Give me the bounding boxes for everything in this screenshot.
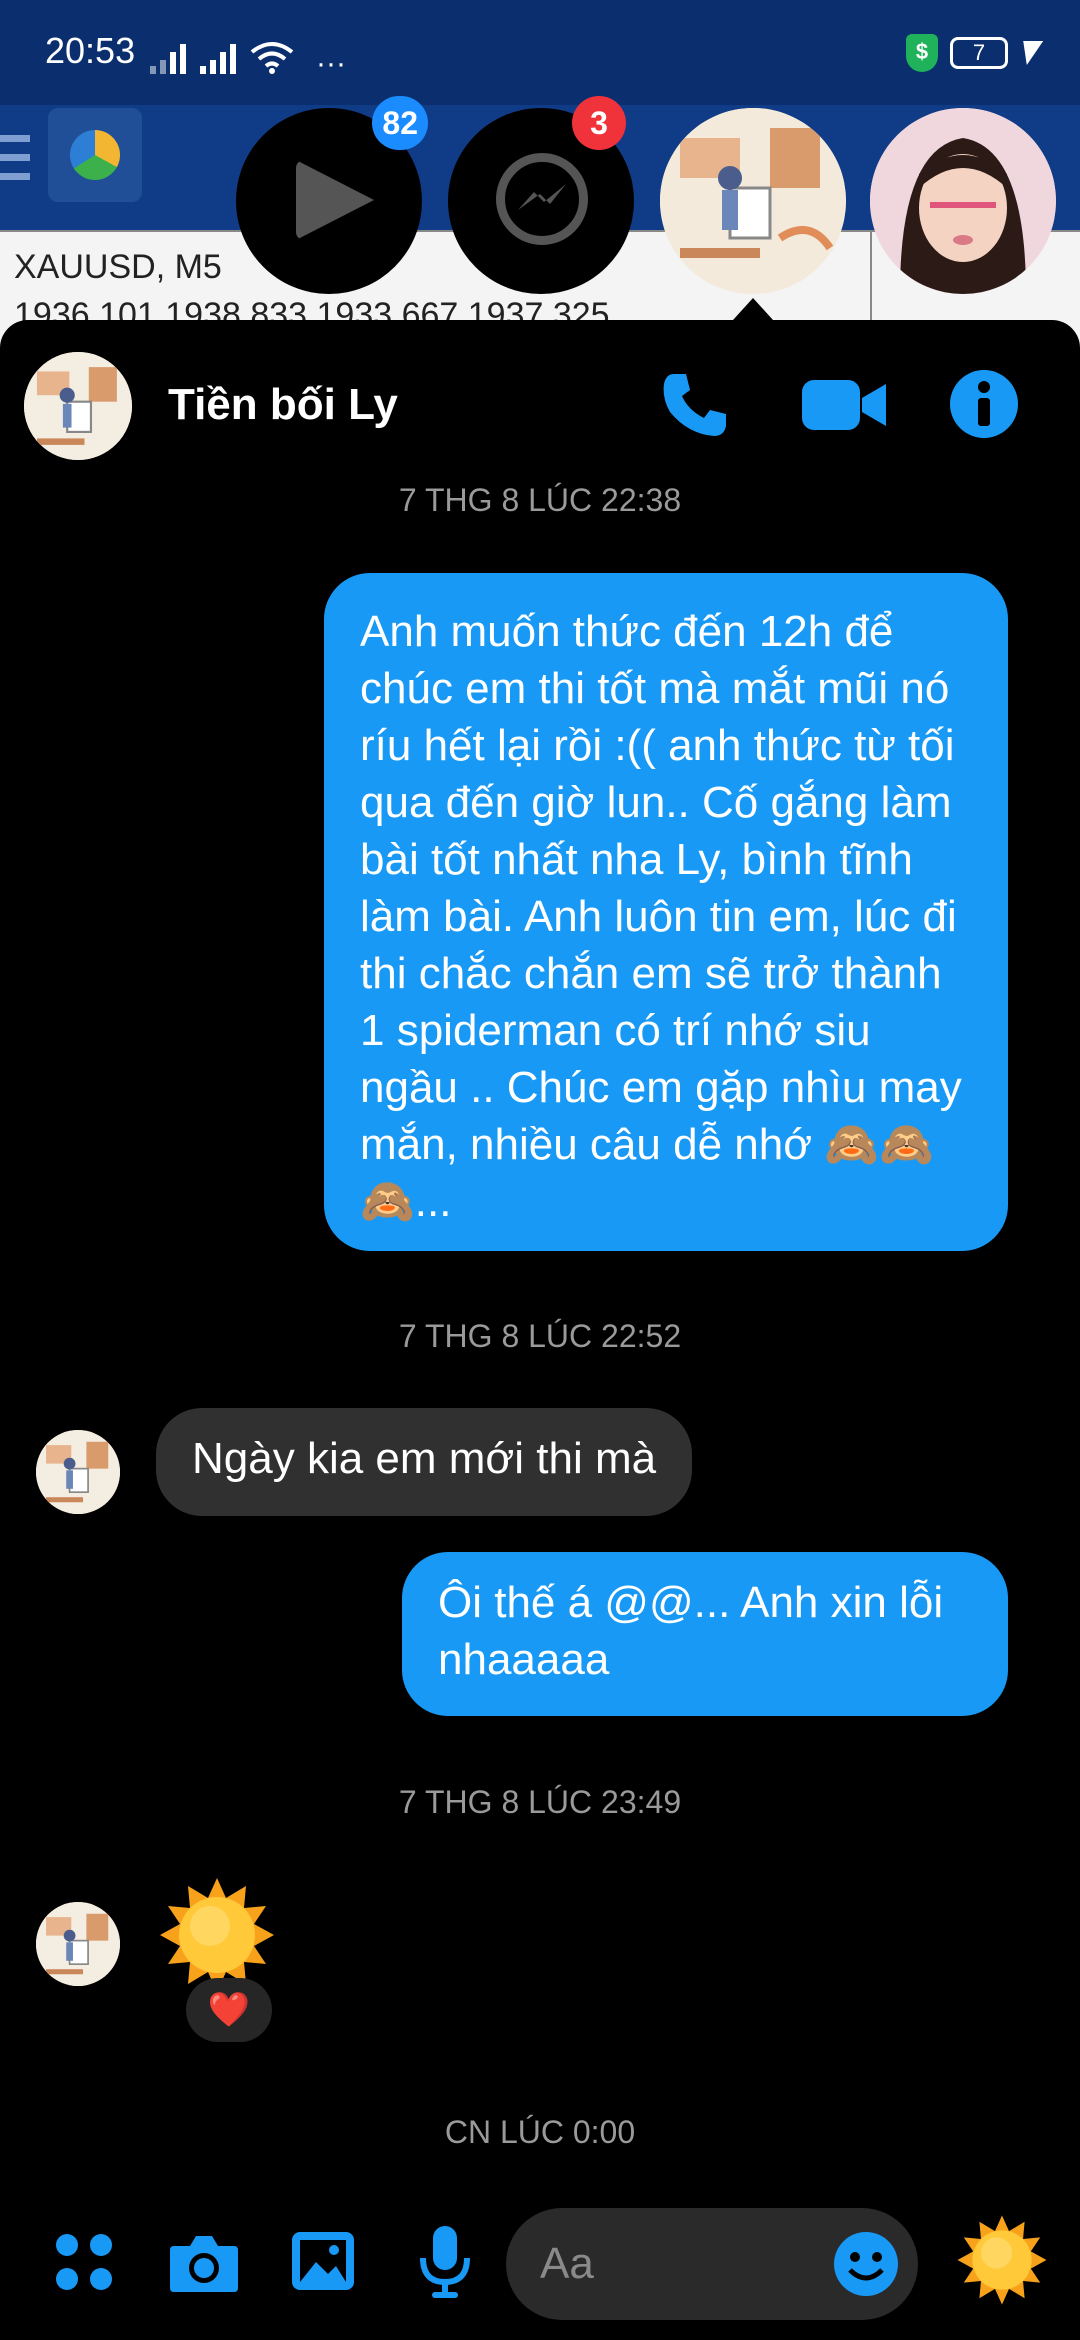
timestamp: 7 THG 8 LÚC 23:49 — [398, 1784, 682, 1820]
status-icons: ··· — [150, 34, 346, 80]
message-input[interactable] — [540, 2234, 820, 2294]
metatrader-logo-icon — [48, 108, 142, 202]
message-input-container[interactable] — [506, 2208, 918, 2320]
more-status-icon: ··· — [316, 47, 346, 80]
messenger-badge: 3 — [572, 96, 626, 150]
microphone-icon[interactable] — [418, 2224, 472, 2300]
message-avatar[interactable] — [36, 1430, 120, 1514]
messenger-bolt-icon — [518, 184, 566, 210]
video-call-icon[interactable] — [800, 368, 890, 442]
camera-icon[interactable] — [168, 2232, 240, 2294]
contact-avatar-illustration — [24, 352, 132, 460]
signal-icon-2 — [200, 42, 236, 74]
battery-icon: 7 — [950, 37, 1008, 69]
more-actions-icon[interactable] — [54, 2232, 114, 2292]
message-avatar[interactable] — [36, 1902, 120, 1986]
sun-quick-reaction-icon[interactable] — [956, 2214, 1048, 2306]
chat-head-play[interactable]: 82 — [236, 96, 428, 294]
chat-head-user[interactable] — [870, 108, 1056, 294]
contact-illustration-icon — [660, 108, 846, 294]
outgoing-message[interactable]: Anh muốn thức đến 12h để chúc em thi tốt… — [324, 573, 1008, 1251]
play-icon — [296, 160, 374, 240]
signal-icon — [150, 42, 186, 74]
play-badge: 82 — [372, 96, 428, 150]
incoming-message[interactable]: Ngày kia em mới thi mà — [156, 1408, 693, 1516]
emoji-icon[interactable] — [832, 2230, 900, 2298]
chat-head-messenger[interactable]: 3 — [448, 96, 634, 294]
info-icon[interactable] — [948, 368, 1020, 440]
status-time: 20:53 — [45, 30, 136, 71]
outgoing-message[interactable]: Ôi thế á @@... Anh xin lỗi nhaaaaa — [402, 1552, 1008, 1716]
heart-reaction-icon: ❤️ — [207, 1991, 251, 2029]
phone-call-icon[interactable] — [658, 368, 732, 442]
security-shield-icon: $ — [906, 34, 938, 72]
active-head-pointer — [733, 298, 773, 320]
menu-icon[interactable] — [0, 135, 30, 192]
contact-avatar-illustration — [36, 1430, 120, 1514]
status-bar: 20:53 ··· $ 7 — [0, 0, 1080, 105]
contact-name[interactable]: Tiền bối Ly — [168, 380, 398, 430]
wifi-icon — [250, 42, 294, 74]
contact-avatar[interactable] — [24, 352, 132, 460]
status-right: $ 7 — [906, 34, 1044, 72]
contact-avatar-illustration — [36, 1902, 120, 1986]
timestamp: 7 THG 8 LÚC 22:38 — [398, 482, 682, 518]
timestamp: CN LÚC 0:00 — [444, 2114, 636, 2150]
user-photo-icon — [870, 108, 1056, 294]
sun-sticker-icon[interactable] — [158, 1876, 276, 1994]
gallery-icon[interactable] — [290, 2230, 356, 2292]
reaction-badge[interactable]: ❤️ — [186, 1978, 272, 2042]
charging-icon — [1016, 41, 1044, 65]
chart-symbol: XAUUSD, M5 — [14, 248, 222, 286]
chat-head-contact[interactable] — [660, 108, 846, 294]
timestamp: 7 THG 8 LÚC 22:52 — [398, 1318, 682, 1354]
chat-header: Tiền bối Ly — [0, 320, 1080, 490]
